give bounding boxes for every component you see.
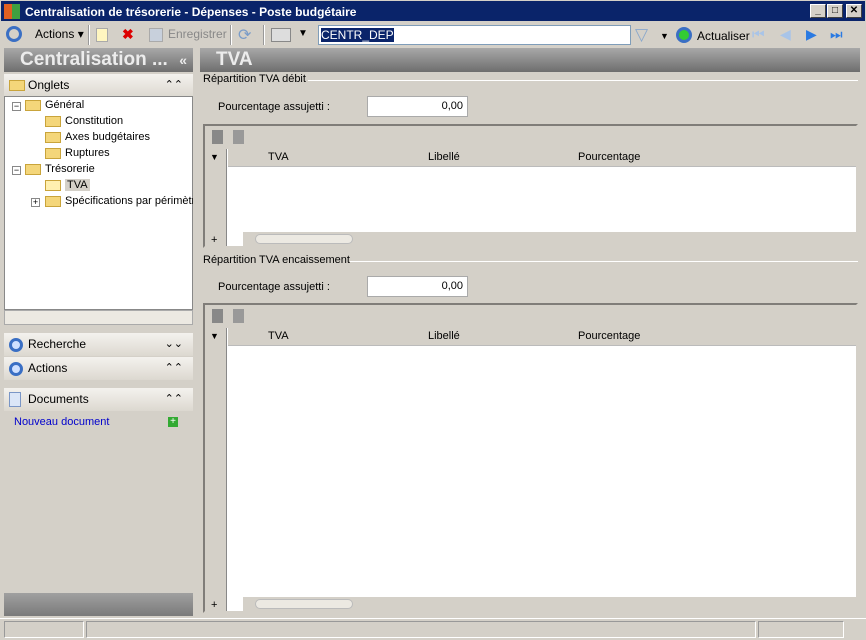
tree-item-specifications[interactable]: Spécifications par périmètre [45,195,193,207]
collapse-node-icon[interactable]: − [12,102,21,111]
main-header: TVA [200,48,860,72]
app-icon [4,4,20,19]
column-header[interactable]: TVA [268,330,289,342]
tree-item-axes[interactable]: Axes budgétaires [45,131,150,143]
add-row-icon[interactable] [212,309,223,323]
tree-item-tresorerie[interactable]: Trésorerie [25,163,95,175]
recherche-section[interactable]: Recherche ⌄⌄ [4,333,193,356]
documents-section[interactable]: Documents ⌃⌃ [4,388,193,411]
save-icon [149,28,163,42]
column-header[interactable]: Libellé [428,330,460,342]
tree-horizontal-scrollbar[interactable] [4,310,193,325]
onglets-section[interactable]: Onglets ⌃⌃ [4,74,193,97]
pourcentage-debit-input[interactable]: 0,00 [367,96,468,117]
search-input[interactable]: CENTR_DEP [318,25,631,45]
new-icon[interactable] [96,28,108,42]
filter-dropdown[interactable]: ▼ [660,31,669,41]
tva-encaissement-grid: ▼ + TVA Libellé Pourcentage [203,303,858,613]
previous-record-icon[interactable]: ◀ [780,26,791,43]
print-dropdown[interactable]: ▼ [298,28,308,39]
add-icon[interactable]: + [168,417,178,427]
tree-view: − Général Constitution Axes budgétaires … [4,96,193,310]
collapse-icon[interactable]: ⌃⌃ [165,74,183,97]
tree-item-general[interactable]: Général [25,99,84,111]
grid-horizontal-scrollbar[interactable] [243,232,856,246]
tree-item-ruptures[interactable]: Ruptures [45,147,110,159]
left-panel-footer[interactable] [4,593,193,616]
column-header[interactable]: Libellé [428,151,460,163]
maximize-button[interactable]: □ [827,4,843,18]
actions-section[interactable]: Actions ⌃⌃ [4,357,193,380]
save-button[interactable]: Enregistrer [168,27,227,41]
column-header[interactable]: Pourcentage [578,151,640,163]
left-panel-header: Centralisation ... « [4,48,193,72]
pourcentage-label: Pourcentage assujetti : [218,101,330,113]
window-title: Centralisation de trésorerie - Dépenses … [25,5,357,19]
refresh-icon[interactable] [676,27,692,43]
search-icon [9,338,23,352]
close-button[interactable]: ✕ [846,4,862,18]
edit-row-icon[interactable] [233,309,244,323]
expand-node-icon[interactable]: + [31,198,40,207]
actions-icon [9,362,23,376]
grid-horizontal-scrollbar[interactable] [243,597,856,611]
tree-item-constitution[interactable]: Constitution [45,115,123,127]
print-icon[interactable] [271,28,291,42]
section-title: Répartition TVA débit [203,73,306,85]
actions-menu[interactable]: Actions ▾ [35,27,84,41]
expand-icon[interactable]: + [211,234,217,246]
section-title: Répartition TVA encaissement [203,254,350,266]
first-record-icon[interactable]: ⏮ [752,26,765,43]
next-record-icon[interactable]: ▶ [806,26,817,43]
expand-icon[interactable]: ⌄⌄ [165,333,183,356]
refresh-button[interactable]: Actualiser [697,29,750,43]
expand-icon[interactable]: + [211,599,217,611]
tva-debit-grid: ▼ + TVA Libellé Pourcentage [203,124,858,248]
title-bar: Centralisation de trésorerie - Dépenses … [0,0,866,22]
edit-row-icon[interactable] [233,130,244,144]
filter-icon[interactable]: ▽ [635,25,648,45]
collapse-node-icon[interactable]: − [12,166,21,175]
column-header[interactable]: Pourcentage [578,330,640,342]
collapse-icon[interactable]: ⌃⌃ [165,357,183,380]
nav-icon[interactable] [6,26,22,42]
document-icon [9,392,21,407]
new-document-link[interactable]: Nouveau document [14,416,109,428]
collapse-icon[interactable]: ⌃⌃ [165,388,183,411]
pourcentage-label: Pourcentage assujetti : [218,281,330,293]
folder-icon [9,80,25,91]
minimize-button[interactable]: _ [810,4,826,18]
collapse-panel-button[interactable]: « [179,48,187,72]
delete-icon[interactable]: ✖ [122,26,134,43]
column-header[interactable]: TVA [268,151,289,163]
tree-item-tva[interactable]: TVA [45,179,90,191]
last-record-icon[interactable]: ⏭ [830,26,843,43]
add-row-icon[interactable] [212,130,223,144]
pourcentage-encaissement-input[interactable]: 0,00 [367,276,468,297]
status-bar [0,618,866,640]
sync-icon[interactable]: ⟳ [238,25,251,45]
